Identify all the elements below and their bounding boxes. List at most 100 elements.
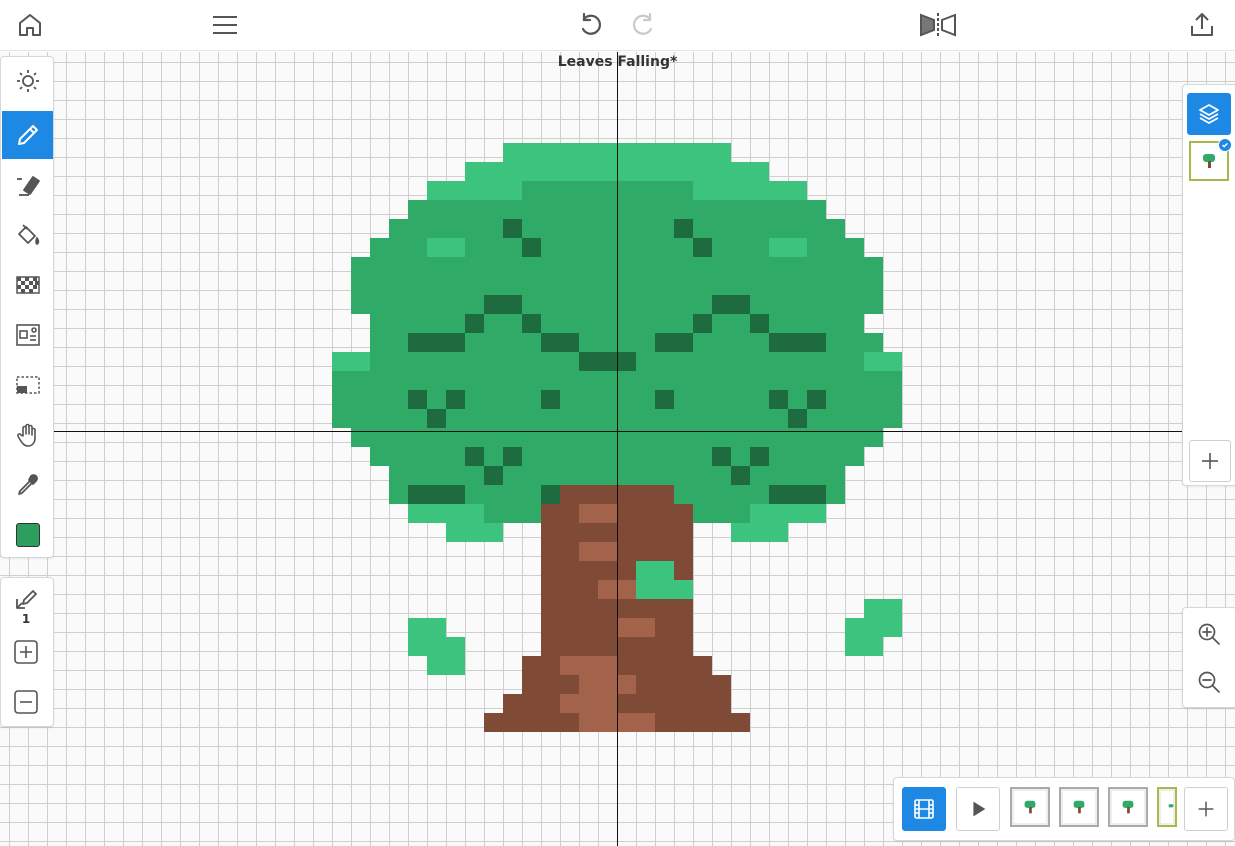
trunk-highlight — [560, 694, 617, 713]
frame-thumbnail-2[interactable] — [1059, 787, 1099, 827]
minus-square-icon — [14, 690, 38, 714]
color-picker[interactable] — [2, 511, 53, 559]
sun-icon — [16, 70, 39, 92]
canopy-shadow — [712, 447, 731, 466]
document-title: Leaves Falling* — [557, 54, 678, 70]
layer-selected-check-icon — [1218, 138, 1232, 152]
falling-leaf — [636, 561, 674, 580]
trunk-highlight — [579, 542, 617, 561]
undo-icon — [581, 12, 602, 35]
paint-bucket-icon — [17, 224, 39, 245]
brush-size-decrease-button[interactable] — [1, 684, 51, 720]
eraser-tool[interactable] — [2, 161, 53, 209]
redo-button[interactable] — [623, 5, 663, 45]
canopy-shadow — [465, 314, 484, 333]
home-button[interactable] — [10, 5, 50, 45]
falling-leaf — [427, 656, 465, 675]
play-icon — [973, 801, 986, 817]
canopy-shadow — [617, 352, 636, 371]
stamp-tool[interactable] — [2, 311, 53, 359]
pencil-tool[interactable] — [2, 111, 53, 159]
selection-tool[interactable] — [2, 361, 53, 409]
falling-leaf — [427, 637, 465, 656]
zoom-panel — [1182, 607, 1235, 708]
current-color-swatch — [15, 523, 40, 547]
frame-thumbnail-3[interactable] — [1108, 787, 1148, 827]
canopy-shadow — [712, 295, 731, 314]
share-button[interactable] — [1182, 5, 1222, 45]
canopy-shadow — [541, 333, 560, 352]
animation-mode-button[interactable] — [902, 787, 946, 831]
canopy-shadow — [655, 333, 674, 352]
image-stamp-icon — [15, 324, 40, 346]
add-layer-button[interactable] — [1189, 440, 1231, 482]
layers-button[interactable] — [1187, 93, 1231, 135]
top-toolbar — [0, 0, 1235, 51]
checker-icon — [15, 276, 40, 294]
vertical-symmetry-axis — [617, 52, 618, 846]
canopy-shadow — [427, 485, 446, 504]
canopy-shadow — [769, 485, 788, 504]
eyedropper-tool[interactable] — [2, 461, 53, 509]
layers-icon — [1199, 104, 1219, 124]
canopy-shadow — [408, 333, 427, 352]
canopy-shadow — [446, 333, 465, 352]
canopy-shadow — [750, 314, 769, 333]
canopy-highlight — [693, 181, 807, 200]
add-frame-button[interactable] — [1184, 787, 1228, 831]
dither-tool[interactable] — [2, 261, 53, 309]
canopy-shadow — [788, 333, 807, 352]
tree-thumbnail-icon — [1203, 154, 1215, 168]
zoom-out-icon — [1198, 671, 1220, 693]
falling-leaf — [845, 637, 883, 656]
frames-timeline — [893, 777, 1235, 841]
mirror-button[interactable] — [918, 5, 958, 45]
canopy-shadow — [560, 333, 579, 352]
canopy-shadow — [807, 485, 826, 504]
eraser-icon — [16, 176, 40, 196]
canopy-shadow — [693, 238, 712, 257]
eyedropper-icon — [17, 474, 38, 495]
brush-size-button[interactable] — [1, 582, 51, 616]
canopy-shadow — [674, 219, 693, 238]
canopy-shadow — [522, 314, 541, 333]
canopy-shadow — [427, 409, 446, 428]
plus-square-icon — [14, 640, 38, 664]
canopy-shadow — [731, 295, 750, 314]
canopy-highlight — [427, 238, 465, 257]
canopy-shadow — [408, 390, 427, 409]
brightness-tool[interactable] — [2, 57, 53, 105]
canopy-shadow — [731, 466, 750, 485]
brush-size-increase-button[interactable] — [1, 634, 51, 670]
canopy-shadow — [446, 390, 465, 409]
trunk-highlight — [617, 618, 655, 637]
zoom-out-button[interactable] — [1187, 662, 1231, 702]
share-icon — [1191, 13, 1213, 36]
canopy-shadow — [503, 295, 522, 314]
fill-tool[interactable] — [2, 211, 53, 259]
layer-thumbnail[interactable] — [1189, 138, 1232, 181]
mirror-icon — [920, 13, 956, 37]
falling-leaf — [408, 618, 446, 637]
pan-tool[interactable] — [2, 411, 53, 459]
canopy-highlight — [769, 238, 807, 257]
undo-button[interactable] — [571, 5, 611, 45]
redo-icon — [632, 12, 653, 35]
canopy-highlight — [446, 523, 503, 542]
film-icon — [914, 799, 934, 819]
canopy-shadow — [484, 295, 503, 314]
canopy-shadow — [750, 447, 769, 466]
zoom-in-icon — [1198, 623, 1220, 645]
falling-leaf — [845, 618, 902, 637]
zoom-in-button[interactable] — [1187, 614, 1231, 654]
frame-thumbnail-4[interactable] — [1157, 787, 1177, 827]
plus-icon — [1198, 801, 1214, 817]
canopy-shadow — [788, 485, 807, 504]
menu-button[interactable] — [205, 5, 245, 45]
canopy-shadow — [522, 238, 541, 257]
tools-panel — [0, 56, 54, 558]
frame-thumbnail-1[interactable] — [1010, 787, 1050, 827]
play-button[interactable] — [956, 787, 1000, 831]
canopy-shadow — [408, 485, 427, 504]
canopy-highlight — [427, 181, 522, 200]
